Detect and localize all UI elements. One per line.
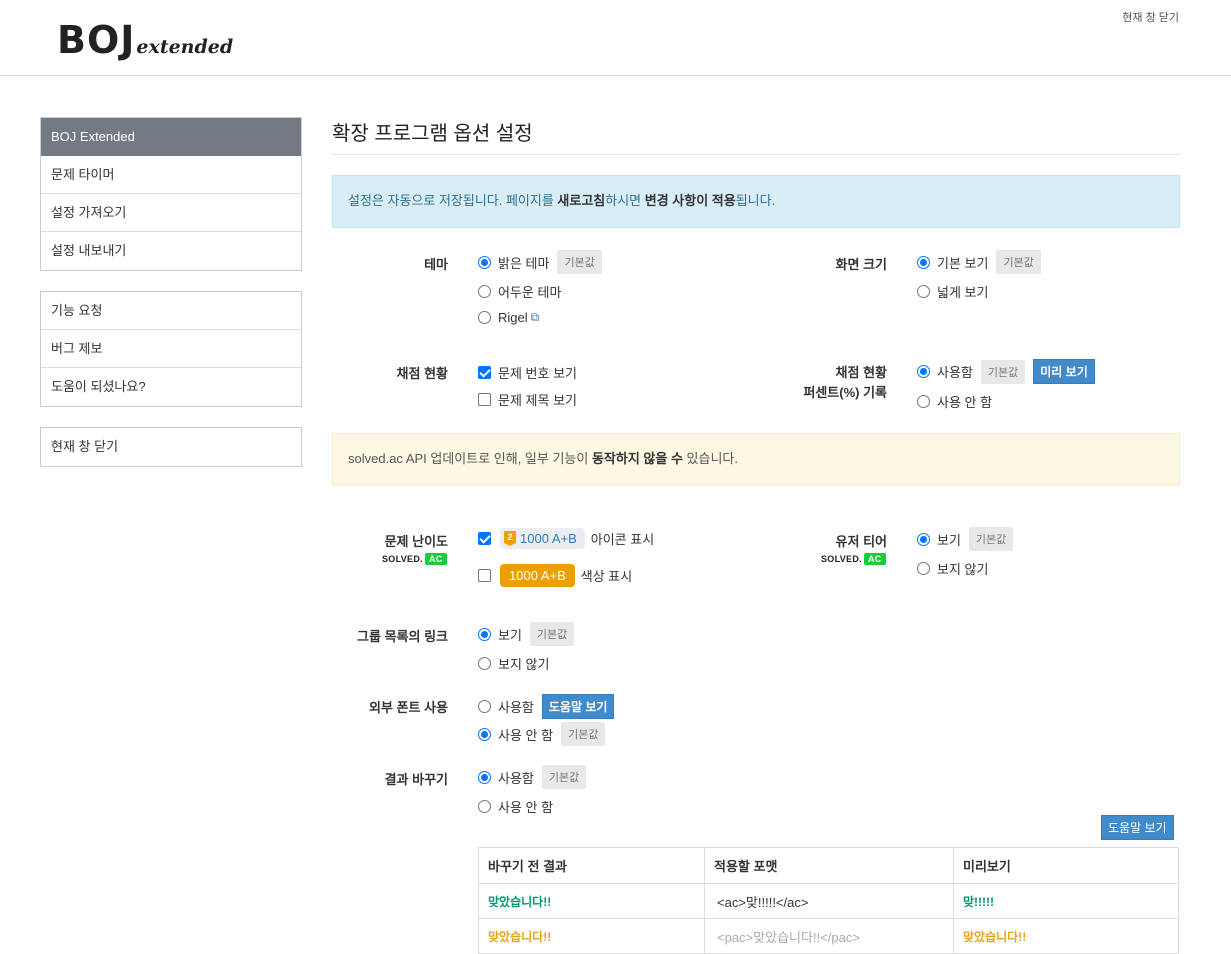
sidebar-item-feature-request[interactable]: 기능 요청 <box>41 292 301 330</box>
result-before-cell: 맞았습니다!! <box>478 918 705 954</box>
radio-button[interactable] <box>478 285 491 298</box>
group-link-label: 그룹 목록의 링크 <box>357 629 448 644</box>
status-option-number[interactable]: 문제 번호 보기 <box>478 363 577 382</box>
external-font-option-unuse[interactable]: 사용 안 함 기본값 <box>478 722 606 746</box>
user-tier-label: 유저 티어 <box>835 534 887 549</box>
status-option-title[interactable]: 문제 제목 보기 <box>478 390 577 409</box>
radio-button[interactable] <box>478 255 491 269</box>
sidebar-group-main: BOJ Extended 문제 타이머 설정 가져오기 설정 내보내기 <box>40 117 302 271</box>
screen-size-label: 화면 크기 <box>835 257 887 272</box>
format-input[interactable]: <ac>맞!!!!!</ac> <box>717 895 808 910</box>
group-link-option-show[interactable]: 보기 기본값 <box>478 622 575 646</box>
column-header: 적용할 포맷 <box>704 847 954 884</box>
external-link-icon[interactable]: ⧉ <box>531 310 540 325</box>
group-link-option-hide[interactable]: 보지 않기 <box>478 654 549 673</box>
radio-button[interactable] <box>478 311 491 324</box>
radio-button[interactable] <box>917 532 930 546</box>
screen-size-option-wide[interactable]: 넓게 보기 <box>917 282 988 301</box>
result-replace-option-unuse[interactable]: 사용 안 함 <box>478 797 553 816</box>
sidebar-item-donate[interactable]: 도움이 되셨나요? <box>41 368 301 406</box>
help-button[interactable]: 도움말 보기 <box>541 694 615 719</box>
radio-button[interactable] <box>478 770 491 784</box>
theme-option-dark[interactable]: 어두운 테마 <box>478 282 561 301</box>
info-alert: 설정은 자동으로 저장됩니다. 페이지를 새로고침하시면 변경 사항이 적용됩니… <box>332 175 1180 228</box>
status-percent-option-unuse[interactable]: 사용 안 함 <box>917 392 992 411</box>
result-before-cell: 맞았습니다!! <box>478 883 705 919</box>
radio-button[interactable] <box>478 727 491 741</box>
result-replace-label: 결과 바꾸기 <box>384 772 448 787</box>
radio-button[interactable] <box>478 657 491 670</box>
external-font-label: 외부 폰트 사용 <box>369 700 448 715</box>
checkbox[interactable] <box>478 569 491 582</box>
logo[interactable]: BOJextended <box>57 18 233 62</box>
checkbox[interactable] <box>478 393 491 406</box>
preview-cell: 맞았습니다!! <box>953 918 1179 954</box>
radio-button[interactable] <box>917 395 930 408</box>
result-replace-table: 바꾸기 전 결과 적용할 포맷 미리보기 맞았습니다!! <ac>맞!!!!!<… <box>478 847 1179 954</box>
warning-alert: solved.ac API 업데이트로 인해, 일부 기능이 동작하지 않을 수… <box>332 433 1180 486</box>
result-help-wrapper: 도움말 보기 <box>1101 815 1174 840</box>
column-header: 미리보기 <box>953 847 1179 884</box>
screen-size-option-default[interactable]: 기본 보기 기본값 <box>917 250 1041 274</box>
user-tier-option-show[interactable]: 보기 기본값 <box>917 527 1014 551</box>
radio-button[interactable] <box>478 700 491 713</box>
sidebar-group-feedback: 기능 요청 버그 제보 도움이 되셨나요? <box>40 291 302 407</box>
default-badge: 기본값 <box>980 359 1026 384</box>
sidebar-item-boj-extended[interactable]: BOJ Extended <box>41 118 301 156</box>
problem-tier-pill: 2 1000 A+B <box>500 528 585 549</box>
sidebar-item-bug-report[interactable]: 버그 제보 <box>41 330 301 368</box>
table-row: 맞았습니다!! <ac>맞!!!!!</ac> 맞!!!!! <box>478 883 1179 919</box>
page-title: 확장 프로그램 옵션 설정 <box>332 117 1180 155</box>
help-button[interactable]: 도움말 보기 <box>1101 815 1174 840</box>
sidebar-item-close-window[interactable]: 현재 창 닫기 <box>41 428 301 466</box>
radio-button[interactable] <box>478 627 491 641</box>
radio-button[interactable] <box>917 562 930 575</box>
default-badge: 기본값 <box>529 622 575 646</box>
difficulty-option-icon[interactable]: 2 1000 A+B 아이콘 표시 <box>478 528 654 549</box>
theme-option-light[interactable]: 밝은 테마 기본값 <box>478 250 602 274</box>
format-input[interactable]: <pac>맞았습니다!!</pac> <box>717 930 860 945</box>
user-tier-option-hide[interactable]: 보지 않기 <box>917 559 988 578</box>
default-badge: 기본값 <box>561 722 606 746</box>
format-input-cell[interactable]: <ac>맞!!!!!</ac> <box>704 883 954 919</box>
result-replace-option-use[interactable]: 사용함 기본값 <box>478 765 587 789</box>
radio-button[interactable] <box>478 800 491 813</box>
table-header-row: 바꾸기 전 결과 적용할 포맷 미리보기 <box>478 847 1179 884</box>
preview-cell: 맞!!!!! <box>953 883 1179 919</box>
solved-ac-logo: SOLVED. AC <box>382 553 447 565</box>
difficulty-option-color[interactable]: 1000 A+B 색상 표시 <box>478 564 632 587</box>
default-badge: 기본값 <box>541 765 587 789</box>
sidebar-item-problem-timer[interactable]: 문제 타이머 <box>41 156 301 194</box>
status-percent-label: 채점 현황 퍼센트(%) 기록 <box>803 365 887 400</box>
tier-icon: 2 <box>504 531 516 546</box>
default-badge: 기본값 <box>996 250 1041 274</box>
theme-option-rigel[interactable]: Rigel ⧉ <box>478 310 539 325</box>
problem-color-pill: 1000 A+B <box>500 564 575 587</box>
checkbox[interactable] <box>478 366 491 379</box>
solved-ac-logo: SOLVED. AC <box>821 553 886 565</box>
sidebar: BOJ Extended 문제 타이머 설정 가져오기 설정 내보내기 기능 요… <box>40 117 302 487</box>
difficulty-label: 문제 난이도 <box>384 534 448 549</box>
radio-button[interactable] <box>917 365 930 378</box>
status-percent-option-use[interactable]: 사용함 기본값 미리 보기 <box>917 359 1095 384</box>
status-label: 채점 현황 <box>396 366 448 381</box>
header: BOJextended 현재 창 닫기 <box>0 0 1231 76</box>
main-content: 확장 프로그램 옵션 설정 설정은 자동으로 저장됩니다. 페이지를 새로고침하… <box>332 117 1180 954</box>
sidebar-item-import-settings[interactable]: 설정 가져오기 <box>41 194 301 232</box>
sidebar-group-close: 현재 창 닫기 <box>40 427 302 467</box>
format-input-cell[interactable]: <pac>맞았습니다!!</pac> <box>704 918 954 954</box>
close-window-link[interactable]: 현재 창 닫기 <box>1122 9 1179 25</box>
table-row: 맞았습니다!! <pac>맞았습니다!!</pac> 맞았습니다!! <box>478 918 1179 954</box>
radio-button[interactable] <box>917 285 930 298</box>
radio-button[interactable] <box>917 255 930 269</box>
checkbox[interactable] <box>478 532 491 545</box>
sidebar-item-export-settings[interactable]: 설정 내보내기 <box>41 232 301 270</box>
theme-label: 테마 <box>424 257 448 272</box>
default-badge: 기본값 <box>557 250 602 274</box>
column-header: 바꾸기 전 결과 <box>478 847 705 884</box>
preview-button[interactable]: 미리 보기 <box>1033 359 1095 384</box>
default-badge: 기본값 <box>968 527 1014 551</box>
external-font-option-use[interactable]: 사용함 도움말 보기 <box>478 694 615 719</box>
